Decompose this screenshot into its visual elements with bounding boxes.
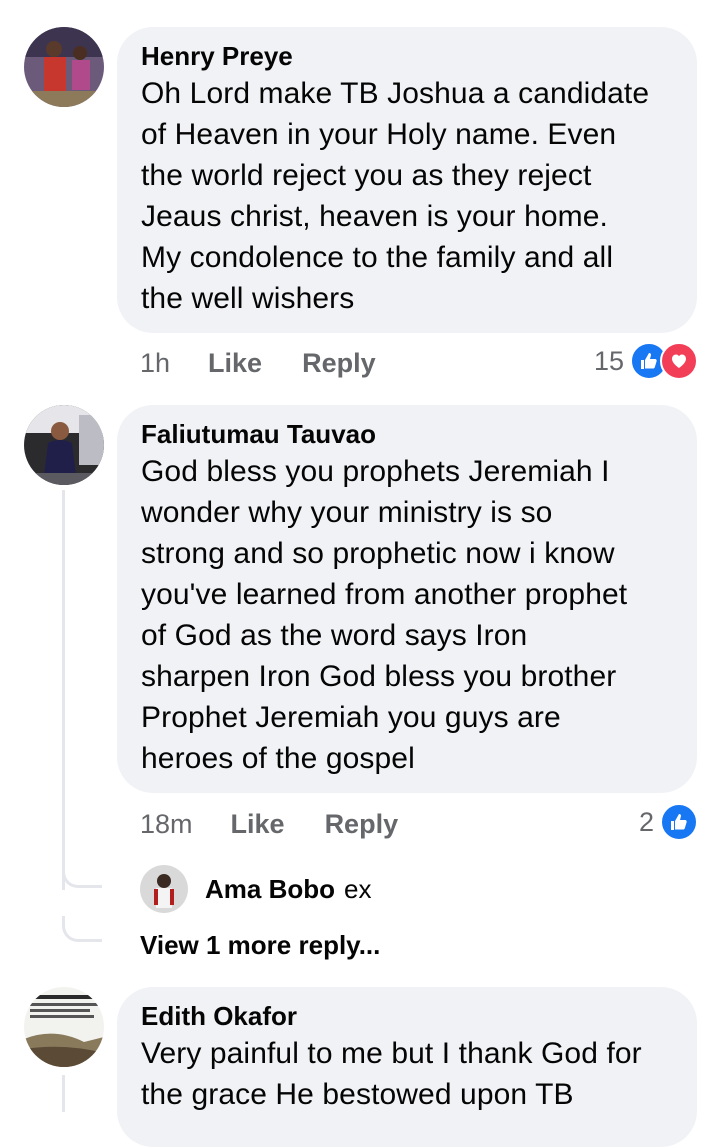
comment-author[interactable]: Edith Okafor [141, 999, 673, 1033]
heart-icon [660, 342, 698, 380]
comment-text: God bless you prophets Jeremiah I wonder… [141, 455, 628, 775]
comment-timestamp[interactable]: 1h [140, 348, 170, 379]
comment-actions: 18m Like Reply [140, 804, 438, 844]
like-button[interactable]: Like [208, 348, 262, 379]
like-icon [660, 803, 698, 841]
view-more-replies-link[interactable]: View 1 more reply... [140, 930, 380, 961]
reply-button[interactable]: Reply [302, 348, 376, 379]
reply-author[interactable]: Ama Bobo [205, 874, 335, 905]
comment-actions: 1h Like Reply [140, 343, 416, 383]
reaction-summary[interactable]: 15 [594, 341, 698, 381]
comment-bubble: Henry Preye Oh Lord make TB Joshua a can… [117, 27, 697, 333]
comment-bubble: Edith Okafor Very painful to me but I th… [117, 987, 697, 1147]
thread-line [62, 490, 65, 890]
comment-timestamp[interactable]: 18m [140, 809, 193, 840]
avatar[interactable] [24, 27, 104, 107]
comment-text: Oh Lord make TB Joshua a candidate of He… [141, 77, 650, 315]
comment-author[interactable]: Henry Preye [141, 39, 673, 73]
comment-bubble: Faliutumau Tauvao God bless you prophets… [117, 405, 697, 793]
reaction-count: 15 [593, 345, 624, 376]
thread-connector [62, 862, 102, 888]
thread-line [62, 1075, 65, 1112]
reaction-count: 2 [638, 806, 654, 837]
avatar[interactable] [140, 865, 188, 913]
reply-preview[interactable]: Ama Bobo ex [140, 865, 371, 913]
reply-snippet: ex [344, 873, 372, 904]
avatar[interactable] [24, 987, 104, 1067]
reaction-summary[interactable]: 2 [639, 802, 698, 842]
comment-author[interactable]: Faliutumau Tauvao [141, 417, 673, 451]
comment-text: Very painful to me but I thank God for t… [141, 1037, 642, 1111]
avatar[interactable] [24, 405, 104, 485]
reply-button[interactable]: Reply [325, 809, 399, 840]
like-button[interactable]: Like [231, 809, 285, 840]
thread-connector [62, 916, 102, 942]
